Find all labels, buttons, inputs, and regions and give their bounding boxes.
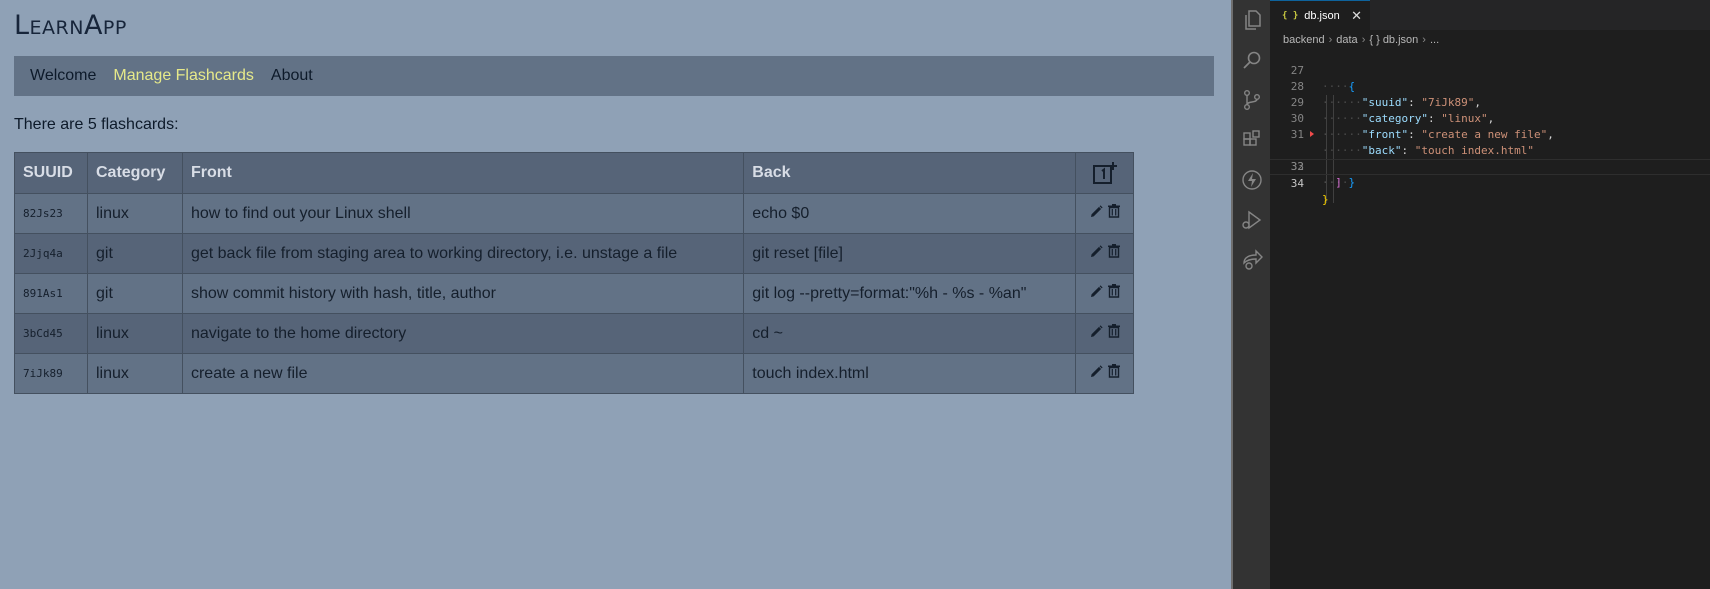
chevron-right-icon: › bbox=[1422, 34, 1426, 46]
cell-suuid: 7iJk89 bbox=[14, 353, 88, 394]
cell-back: echo $0 bbox=[743, 193, 1077, 234]
delete-icon[interactable] bbox=[1107, 244, 1120, 258]
error-marker-icon bbox=[1310, 131, 1314, 137]
cell-back: git reset [file] bbox=[743, 233, 1077, 274]
code-line: 33 ··] bbox=[1290, 160, 1342, 189]
cell-actions bbox=[1075, 233, 1134, 274]
header-actions bbox=[1075, 152, 1134, 194]
close-icon[interactable]: ✕ bbox=[1351, 8, 1362, 24]
cell-category: linux bbox=[86, 193, 183, 234]
header-category: Category bbox=[86, 152, 183, 194]
table-row: 891As1 git show commit history with hash… bbox=[14, 273, 1134, 314]
nav-about[interactable]: About bbox=[271, 67, 313, 85]
lightning-icon[interactable] bbox=[1241, 169, 1263, 191]
run-debug-icon[interactable] bbox=[1241, 209, 1263, 231]
table-row: 2Jjq4a git get back file from staging ar… bbox=[14, 233, 1134, 274]
code-line: 32 ····} bbox=[1270, 127, 1710, 189]
cell-category: linux bbox=[86, 353, 183, 394]
delete-icon[interactable] bbox=[1107, 364, 1120, 378]
nav-welcome[interactable]: Welcome bbox=[30, 67, 96, 85]
cell-actions bbox=[1075, 193, 1134, 234]
breadcrumb: backend › data › { } db.json › ... bbox=[1283, 32, 1439, 48]
flashcards-table: SUUID Category Front Back 82Js23 linux h… bbox=[14, 152, 1134, 394]
edit-icon[interactable] bbox=[1090, 325, 1103, 338]
explorer-icon[interactable] bbox=[1241, 9, 1263, 31]
cell-category: git bbox=[86, 273, 183, 314]
code-line: 28 ······"suuid": "7iJk89", bbox=[1290, 80, 1481, 109]
code-editor[interactable]: 27 ····{ 28 ······"suuid": "7iJk89", 29 … bbox=[1270, 47, 1710, 206]
header-front: Front bbox=[181, 152, 745, 194]
cell-suuid: 82Js23 bbox=[14, 193, 88, 234]
header-suuid: SUUID bbox=[14, 152, 88, 194]
cell-actions bbox=[1075, 273, 1134, 314]
chevron-right-icon: › bbox=[1328, 34, 1333, 46]
table-header-row: SUUID Category Front Back bbox=[14, 152, 1134, 194]
cell-front: get back file from staging area to worki… bbox=[181, 233, 745, 274]
breadcrumb-item[interactable]: backend bbox=[1283, 34, 1325, 46]
cell-back: cd ~ bbox=[743, 313, 1077, 354]
json-file-icon: { } bbox=[1282, 10, 1299, 21]
extensions-icon[interactable] bbox=[1241, 129, 1263, 151]
cell-front: create a new file bbox=[181, 353, 745, 394]
app-brand[interactable]: LearnApp bbox=[14, 10, 127, 41]
cell-category: git bbox=[86, 233, 183, 274]
breadcrumb-item[interactable]: { } db.json bbox=[1369, 34, 1418, 46]
delete-icon[interactable] bbox=[1107, 324, 1120, 338]
cell-suuid: 2Jjq4a bbox=[14, 233, 88, 274]
table-row: 3bCd45 linux navigate to the home direct… bbox=[14, 313, 1134, 354]
cell-front: navigate to the home directory bbox=[181, 313, 745, 354]
code-line: 29 ······"category": "linux", bbox=[1290, 96, 1495, 125]
remote-share-icon[interactable] bbox=[1241, 249, 1263, 271]
search-icon[interactable] bbox=[1241, 49, 1263, 71]
code-line: 30 ······"front": "create a new file", bbox=[1290, 112, 1554, 141]
table-row: 7iJk89 linux create a new file touch ind… bbox=[14, 353, 1134, 394]
code-line: 31 ······"back": "touch index.html" bbox=[1290, 128, 1534, 157]
tab-label: db.json bbox=[1304, 9, 1340, 22]
code-line-current: 34 } bbox=[1270, 159, 1710, 206]
header-back: Back bbox=[743, 152, 1077, 194]
delete-icon[interactable] bbox=[1107, 204, 1120, 218]
cell-category: linux bbox=[86, 313, 183, 354]
edit-icon[interactable] bbox=[1090, 205, 1103, 218]
breadcrumb-item[interactable]: data bbox=[1336, 34, 1357, 46]
cell-back: git log --pretty=format:"%h - %s - %an" bbox=[743, 273, 1077, 314]
edit-icon[interactable] bbox=[1090, 365, 1103, 378]
cell-front: how to find out your Linux shell bbox=[181, 193, 745, 234]
breadcrumb-item[interactable]: ... bbox=[1430, 34, 1439, 46]
add-flashcard-icon[interactable] bbox=[1092, 161, 1118, 185]
vscode-window: { } db.json ✕ backend › data › { } db.js… bbox=[1231, 0, 1710, 589]
cell-back: touch index.html bbox=[743, 353, 1077, 394]
flashcard-count: There are 5 flashcards: bbox=[14, 116, 179, 133]
cell-actions bbox=[1075, 353, 1134, 394]
navbar: Welcome Manage Flashcards About bbox=[14, 56, 1214, 96]
table-row: 82Js23 linux how to find out your Linux … bbox=[14, 193, 1134, 234]
tab-db-json[interactable]: { } db.json ✕ bbox=[1270, 0, 1370, 30]
activity-bar bbox=[1231, 0, 1270, 589]
cell-front: show commit history with hash, title, au… bbox=[181, 273, 745, 314]
source-control-icon[interactable] bbox=[1241, 89, 1263, 111]
code-line: 27 ····{ bbox=[1290, 64, 1356, 93]
delete-icon[interactable] bbox=[1107, 284, 1120, 298]
cell-actions bbox=[1075, 313, 1134, 354]
learnapp-window: LearnApp Welcome Manage Flashcards About… bbox=[0, 0, 1231, 589]
edit-icon[interactable] bbox=[1090, 245, 1103, 258]
edit-icon[interactable] bbox=[1090, 285, 1103, 298]
chevron-right-icon: › bbox=[1361, 34, 1366, 46]
cell-suuid: 891As1 bbox=[14, 273, 88, 314]
editor-tab-bar: { } db.json ✕ bbox=[1270, 0, 1710, 30]
nav-manage-flashcards[interactable]: Manage Flashcards bbox=[113, 67, 254, 85]
cell-suuid: 3bCd45 bbox=[14, 313, 88, 354]
